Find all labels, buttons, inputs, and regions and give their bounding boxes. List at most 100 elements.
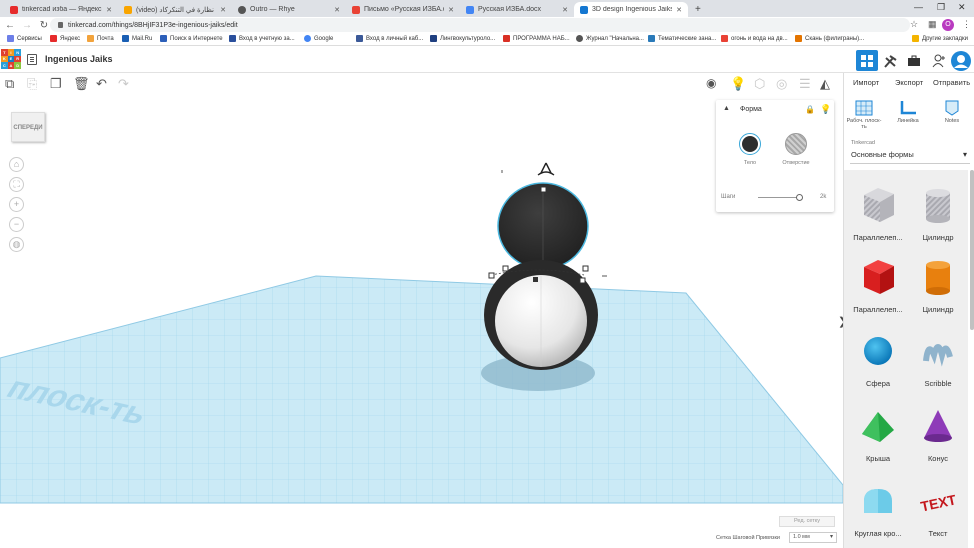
edit-grid-button[interactable]: Ред. сетку bbox=[779, 516, 835, 527]
duplicate-icon[interactable]: ❐ bbox=[50, 76, 62, 92]
browser-tab[interactable]: Письмо «Русская ИЗБА.docx» ...✕ bbox=[346, 2, 460, 17]
close-icon[interactable]: ✕ bbox=[448, 6, 454, 14]
import-button[interactable]: Импорт bbox=[853, 78, 879, 87]
add-user-button[interactable] bbox=[928, 50, 950, 71]
bookmark-item[interactable]: Вход в учетную за... bbox=[229, 35, 295, 42]
bookmark-item[interactable]: Журнал "Начальна... bbox=[576, 35, 644, 42]
shape-item[interactable]: Крыша bbox=[848, 399, 908, 473]
shape-item[interactable]: Сфера bbox=[848, 324, 908, 398]
bookmark-item[interactable]: Сервисы bbox=[7, 35, 42, 42]
solid-color-swatch[interactable] bbox=[739, 133, 761, 155]
close-icon[interactable]: ✕ bbox=[220, 6, 226, 14]
home-view-icon[interactable]: ⌂ bbox=[9, 157, 24, 172]
forward-icon[interactable]: → bbox=[20, 20, 34, 31]
paste-icon[interactable]: ⎘ bbox=[27, 76, 37, 92]
light-bulb-icon[interactable]: 💡 bbox=[820, 104, 831, 115]
bookmark-item[interactable]: ПРОГРАММА НАБ... bbox=[503, 35, 570, 42]
bookmark-item[interactable]: Поиск в Интернете bbox=[160, 35, 223, 42]
group-icon[interactable]: ⬡ bbox=[754, 76, 765, 92]
close-icon[interactable]: ✕ bbox=[562, 6, 568, 14]
lock-icon[interactable]: 🔒 bbox=[805, 105, 815, 114]
shape-item[interactable]: Цилиндр bbox=[908, 178, 968, 252]
bookmark-item[interactable]: Почта bbox=[87, 35, 114, 42]
design-list-icon[interactable] bbox=[27, 54, 37, 65]
address-bar[interactable]: tinkercad.com/things/8BHjIF31P3e-ingenio… bbox=[50, 18, 910, 32]
other-bookmarks[interactable]: Другие закладки bbox=[912, 35, 968, 42]
browser-menu-icon[interactable]: ⋮ bbox=[962, 19, 971, 30]
resize-handle[interactable] bbox=[582, 265, 589, 272]
bookmark-item[interactable]: огонь и вода на дв... bbox=[721, 35, 788, 42]
close-icon[interactable]: ✕ bbox=[334, 6, 340, 14]
export-button[interactable]: Экспорт bbox=[895, 78, 923, 87]
shape-item[interactable]: Параллелеп... bbox=[848, 250, 908, 324]
fit-view-icon[interactable]: ⛶ bbox=[9, 177, 24, 192]
shape-item[interactable]: Цилиндр bbox=[908, 250, 968, 324]
bookmark-item[interactable]: Вход в личный каб... bbox=[356, 35, 423, 42]
bookmark-star-icon[interactable]: ☆ bbox=[910, 19, 918, 30]
move-up-arrow-icon[interactable] bbox=[537, 162, 555, 176]
camera-view-icon[interactable]: ◉ bbox=[706, 76, 716, 90]
hole-swatch[interactable] bbox=[785, 133, 807, 155]
resize-handle[interactable] bbox=[502, 265, 509, 272]
close-window-icon[interactable]: ✕ bbox=[958, 2, 966, 13]
journal-icon bbox=[576, 35, 583, 42]
send-button[interactable]: Отправить bbox=[933, 78, 970, 87]
scrollbar[interactable] bbox=[970, 170, 974, 330]
profile-avatar[interactable]: O bbox=[942, 19, 954, 31]
3d-view-button[interactable] bbox=[856, 50, 878, 71]
minimize-icon[interactable]: — bbox=[914, 2, 923, 12]
bookmark-item[interactable]: Google bbox=[304, 35, 333, 42]
codeblocks-button[interactable] bbox=[880, 50, 902, 71]
mirror-icon[interactable]: ◭ bbox=[820, 76, 830, 92]
browser-tab[interactable]: tinkercad изба — Яндекс: нашл...✕ bbox=[4, 2, 118, 17]
height-handle[interactable] bbox=[540, 186, 547, 193]
resize-handle[interactable] bbox=[488, 272, 495, 279]
delete-icon[interactable]: 🗑 bbox=[73, 76, 90, 92]
shape-item[interactable]: TEXT Текст bbox=[908, 474, 968, 548]
shape-item[interactable]: Конус bbox=[908, 399, 968, 473]
view-cube[interactable]: СПЕРЕДИ bbox=[11, 112, 45, 142]
close-icon[interactable]: ✕ bbox=[676, 6, 682, 14]
shape-library-select[interactable]: Основные формы bbox=[850, 146, 970, 164]
resize-handle[interactable] bbox=[579, 277, 586, 284]
browser-tab[interactable]: Русская ИЗБА.docx ✕ bbox=[460, 2, 574, 17]
back-icon[interactable]: ← bbox=[3, 20, 17, 31]
user-avatar[interactable] bbox=[950, 50, 972, 71]
snap-grid-select[interactable]: 1.0 мм bbox=[789, 532, 837, 543]
lessons-button[interactable] bbox=[903, 50, 925, 71]
zoom-in-icon[interactable]: + bbox=[9, 197, 24, 212]
browser-tab[interactable]: (video) تصميم نظارة في التنكركاد✕ bbox=[118, 2, 232, 17]
workplane-tool[interactable]: Рабоч. плоск-ть bbox=[844, 100, 884, 130]
align-icon[interactable]: ☰ bbox=[799, 76, 811, 92]
reload-icon[interactable]: ↻ bbox=[37, 20, 51, 31]
design-title[interactable]: Ingenious Jaiks bbox=[45, 54, 113, 64]
close-icon[interactable]: ✕ bbox=[106, 6, 112, 14]
resize-handle[interactable] bbox=[533, 277, 538, 282]
shape-item[interactable]: Параллелеп... bbox=[848, 178, 908, 252]
ungroup-icon[interactable]: ◎ bbox=[776, 76, 787, 92]
bulb-icon[interactable]: 💡 bbox=[730, 76, 746, 92]
bookmark-item[interactable]: Лингвокультуроло... bbox=[430, 35, 495, 42]
bookmark-item[interactable]: Тематические зана... bbox=[648, 35, 716, 42]
browser-tab-active[interactable]: 3D design Ingenious Jaiks | Tink...✕ bbox=[574, 2, 688, 17]
tinkercad-favicon-icon bbox=[580, 5, 588, 14]
perspective-icon[interactable]: ◍ bbox=[9, 237, 24, 252]
tinkercad-logo[interactable]: TIN KER CAD bbox=[1, 49, 21, 69]
zoom-out-icon[interactable]: − bbox=[9, 217, 24, 232]
extension-icon[interactable]: ▦ bbox=[928, 19, 937, 30]
browser-tab[interactable]: Outro — Rhye ✕ bbox=[232, 2, 346, 17]
undo-icon[interactable]: ↶ bbox=[96, 76, 107, 92]
bookmark-item[interactable]: Яндекс bbox=[50, 35, 80, 42]
bookmark-item[interactable]: Mail.Ru bbox=[122, 35, 152, 42]
new-tab-button[interactable]: + bbox=[689, 2, 705, 17]
maximize-icon[interactable]: ❐ bbox=[937, 2, 945, 13]
shape-item[interactable]: Круглая кро... bbox=[848, 474, 908, 548]
steps-slider-knob[interactable] bbox=[796, 194, 803, 201]
shape-item[interactable]: Scribble bbox=[908, 324, 968, 398]
collapse-panel-icon[interactable]: ▲ bbox=[723, 105, 730, 112]
redo-icon[interactable]: ↷ bbox=[118, 76, 129, 92]
bookmark-item[interactable]: Скань (филиграны)... bbox=[795, 35, 864, 42]
notes-tool[interactable]: Notes bbox=[932, 100, 972, 124]
copy-icon[interactable]: ⧉ bbox=[5, 76, 14, 92]
ruler-tool[interactable]: Линейка bbox=[888, 100, 928, 124]
